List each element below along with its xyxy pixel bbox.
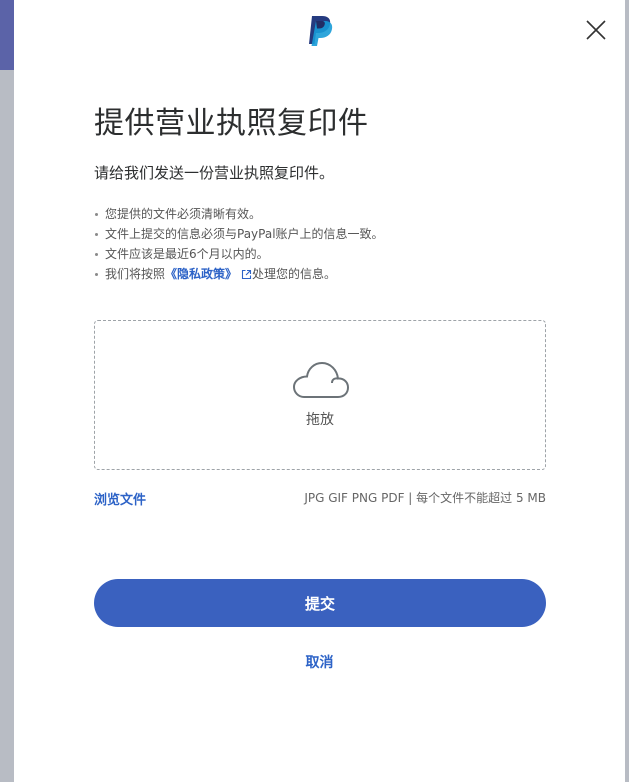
background-page-header [0, 0, 14, 70]
list-item: 您提供的文件必须清晰有效。 [95, 204, 384, 224]
policy-suffix: 处理您的信息。 [252, 267, 337, 281]
list-item: 文件上提交的信息必须与PayPal账户上的信息一致。 [95, 224, 384, 244]
list-item: 文件应该是最近6个月以内的。 [95, 244, 384, 264]
cloud-icon [292, 361, 350, 398]
upload-license-modal: 提供营业执照复印件 请给我们发送一份营业执照复印件。 您提供的文件必须清晰有效。… [14, 0, 625, 782]
cancel-button[interactable]: 取消 [14, 652, 625, 672]
privacy-policy-link[interactable]: 《隐私政策》 [165, 267, 252, 281]
subtitle: 请给我们发送一份营业执照复印件。 [94, 164, 335, 182]
privacy-policy-link-text: 《隐私政策》 [165, 267, 238, 281]
file-format-hint: JPG GIF PNG PDF | 每个文件不能超过 5 MB [304, 491, 546, 505]
submit-button[interactable]: 提交 [94, 579, 546, 627]
page-title: 提供营业执照复印件 [94, 106, 369, 141]
file-dropzone[interactable]: 拖放 [94, 320, 546, 470]
paypal-logo [309, 16, 333, 46]
drop-label: 拖放 [306, 412, 334, 428]
external-link-icon [241, 269, 252, 280]
policy-prefix: 我们将按照 [105, 267, 166, 281]
browse-files-link[interactable]: 浏览文件 [94, 489, 146, 508]
background-page [0, 70, 14, 782]
close-icon[interactable] [584, 18, 608, 42]
requirements-list: 您提供的文件必须清晰有效。 文件上提交的信息必须与PayPal账户上的信息一致。… [94, 204, 384, 284]
background-page-right [625, 0, 629, 782]
list-item: 我们将按照《隐私政策》 处理您的信息。 [95, 264, 384, 284]
